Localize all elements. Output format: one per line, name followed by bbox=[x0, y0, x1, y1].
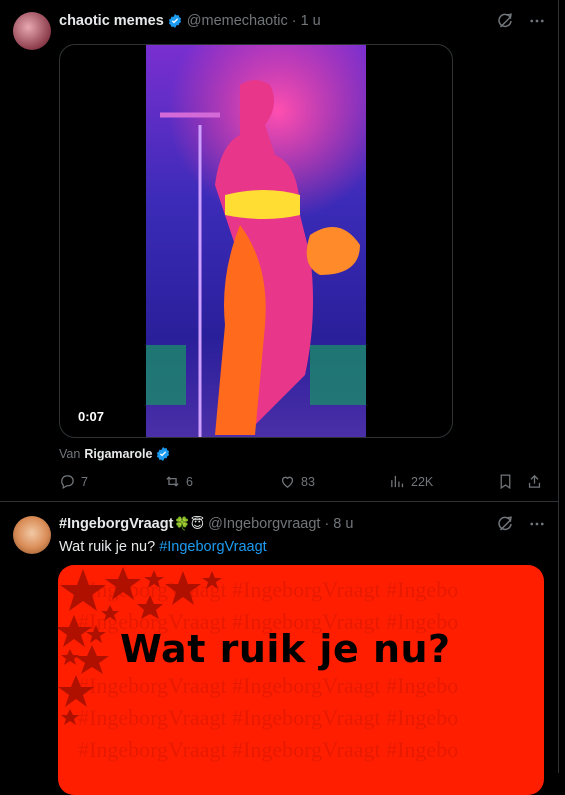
video-player[interactable]: 0:07 bbox=[59, 44, 453, 438]
tweet-2[interactable]: #IngeborgVraagt 🍀😇 @Ingeborgvraagt · 8 u… bbox=[0, 502, 558, 795]
name-emoji: 🍀😇 bbox=[174, 516, 205, 532]
video-frame bbox=[146, 45, 366, 437]
repost-count: 6 bbox=[186, 474, 193, 489]
image-headline: Wat ruik je nu? bbox=[120, 627, 451, 671]
repost-icon bbox=[166, 476, 179, 487]
verified-badge-icon bbox=[157, 447, 170, 461]
more-icon[interactable] bbox=[528, 515, 546, 533]
video-duration: 0:07 bbox=[78, 409, 105, 424]
attribution-name[interactable]: Rigamarole bbox=[84, 447, 152, 461]
tweet-header: chaotic memes @memechaotic · 1 u bbox=[59, 13, 321, 29]
reply-icon bbox=[61, 475, 74, 490]
hashtag-link[interactable]: #IngeborgVraagt bbox=[159, 539, 267, 555]
views-button[interactable]: 22K bbox=[389, 473, 433, 490]
handle[interactable]: @memechaotic bbox=[187, 13, 288, 29]
reply-count: 7 bbox=[81, 474, 88, 489]
share-icon bbox=[528, 474, 541, 488]
like-button[interactable]: 83 bbox=[279, 473, 315, 490]
views-count: 22K bbox=[411, 474, 434, 489]
avatar[interactable] bbox=[13, 12, 51, 50]
tweet-header: #IngeborgVraagt 🍀😇 @Ingeborgvraagt · 8 u bbox=[59, 516, 353, 532]
timestamp[interactable]: · 8 u bbox=[324, 516, 353, 532]
bookmark-icon bbox=[500, 474, 511, 490]
action-bar: 7 6 83 22K bbox=[59, 473, 545, 493]
repost-button[interactable]: 6 bbox=[164, 473, 193, 490]
attribution-prefix: Van bbox=[59, 447, 81, 461]
verified-badge-icon bbox=[168, 14, 181, 28]
tweet-text-body: Wat ruik je nu? bbox=[59, 539, 156, 555]
tweet-image[interactable]: #IngeborgVraagt #IngeborgVraagt #Ingebo … bbox=[58, 565, 544, 795]
more-icon[interactable] bbox=[528, 12, 546, 30]
grok-icon[interactable] bbox=[496, 12, 514, 30]
bookmark-button[interactable] bbox=[497, 473, 514, 490]
display-name[interactable]: chaotic memes bbox=[59, 13, 164, 29]
like-icon bbox=[281, 476, 294, 488]
timestamp[interactable]: · 1 u bbox=[292, 13, 321, 29]
avatar[interactable] bbox=[13, 516, 51, 554]
display-name[interactable]: #IngeborgVraagt bbox=[59, 516, 173, 532]
tweet-text: Wat ruik je nu? #IngeborgVraagt bbox=[59, 539, 267, 555]
timeline-border bbox=[558, 0, 559, 773]
views-icon bbox=[391, 475, 404, 488]
video-attribution: Van Rigamarole bbox=[59, 446, 171, 462]
grok-icon[interactable] bbox=[496, 515, 514, 533]
like-count: 83 bbox=[301, 474, 315, 489]
reply-button[interactable]: 7 bbox=[59, 473, 88, 490]
share-button[interactable] bbox=[526, 473, 543, 490]
tweet-1[interactable]: chaotic memes @memechaotic · 1 u 0:07 Va… bbox=[0, 0, 558, 502]
handle[interactable]: @Ingeborgvraagt bbox=[208, 516, 320, 532]
